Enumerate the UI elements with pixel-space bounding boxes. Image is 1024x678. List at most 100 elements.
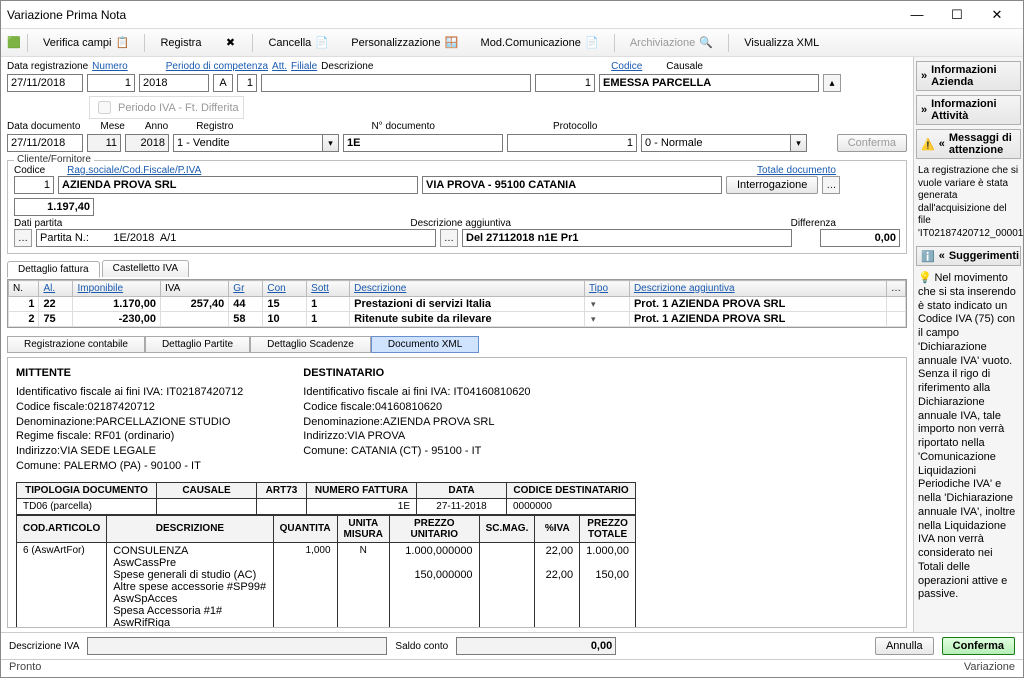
registra-button[interactable]: Registra: [151, 34, 210, 52]
anno-label: Anno: [145, 121, 168, 132]
data-reg-input[interactable]: [7, 74, 83, 92]
codice-causale-input[interactable]: [535, 74, 595, 92]
ndoc-input[interactable]: [343, 134, 503, 152]
col-imponibile[interactable]: Imponibile: [73, 281, 160, 297]
minimize-button[interactable]: —: [897, 3, 937, 27]
rag-sociale-link[interactable]: Rag.sociale/Cod.Fiscale/P.IVA: [67, 165, 201, 176]
app-window: Variazione Prima Nota — ☐ ✕ 🟩 Verifica c…: [0, 0, 1024, 678]
desc-agg-input[interactable]: [462, 229, 792, 247]
side-info-azienda[interactable]: »Informazioni Azienda: [916, 61, 1021, 91]
subtab-documento-xml[interactable]: Documento XML: [371, 336, 479, 353]
col-con[interactable]: Con: [263, 281, 307, 297]
hdr-causale: CAUSALE: [157, 482, 257, 498]
causale-input[interactable]: [599, 74, 819, 92]
side-messaggi-header[interactable]: ⚠️«Messaggi di attenzione: [916, 129, 1021, 159]
mittente-idfisc: Identificativo fiscale ai fini IVA: IT02…: [16, 385, 243, 400]
partita-input[interactable]: [36, 229, 436, 247]
causale-label: Causale: [666, 61, 703, 72]
totale-doc-link[interactable]: Totale documento: [757, 165, 836, 176]
col-desc-agg[interactable]: Descrizione aggiuntiva: [629, 281, 886, 297]
dati-partita-label: Dati partita: [14, 218, 62, 229]
periodo-link[interactable]: Periodo di competenza: [166, 61, 268, 72]
registra-cancel-button[interactable]: ✖: [214, 33, 246, 53]
tab-castelletto-iva[interactable]: Castelletto IVA: [102, 260, 189, 277]
side-info-attivita[interactable]: »Informazioni Attività: [916, 95, 1021, 125]
personalizzazione-button[interactable]: Personalizzazione🪟: [342, 33, 467, 53]
chevron-down-icon[interactable]: ▾: [323, 134, 339, 152]
numero-link[interactable]: Numero: [92, 61, 128, 72]
mod-comunicazione-button[interactable]: Mod.Comunicazione📄: [472, 33, 608, 53]
anno-input: [125, 134, 169, 152]
hdr-coddest: CODICE DESTINATARIO: [507, 482, 636, 498]
maximize-button[interactable]: ☐: [937, 3, 977, 27]
riga-piva: 22,00 22,00: [535, 542, 580, 628]
dest-idfisc: Identificativo fiscale ai fini IVA: IT04…: [303, 385, 530, 400]
col-descrizione[interactable]: Descrizione: [350, 281, 585, 297]
protocollo-input[interactable]: [507, 134, 637, 152]
col-gr[interactable]: Gr: [229, 281, 263, 297]
registro-combo-text[interactable]: [173, 134, 323, 152]
documento-xml-panel[interactable]: MITTENTE Identificativo fiscale ai fini …: [7, 357, 907, 628]
mittente-title: MITTENTE: [16, 366, 243, 381]
att-input[interactable]: [213, 74, 233, 92]
cliente-nome-input[interactable]: [58, 176, 418, 194]
col-n[interactable]: N.: [9, 281, 39, 297]
totale-doc-input[interactable]: [14, 198, 94, 216]
doc-meta-table: TIPOLOGIA DOCUMENTO CAUSALE ART73 NUMERO…: [16, 482, 636, 515]
doc-icon: 📄: [585, 36, 599, 50]
causale-expand-button[interactable]: ▴: [823, 74, 841, 92]
form-icon: 📋: [115, 36, 129, 50]
filiale-input[interactable]: [237, 74, 257, 92]
col-tipo[interactable]: Tipo: [584, 281, 629, 297]
col-al[interactable]: Al.: [39, 281, 73, 297]
hdr-qta: QUANTITA: [273, 515, 337, 542]
delete-icon: 📄: [315, 36, 329, 50]
filiale-link[interactable]: Filiale: [291, 61, 317, 72]
conferma-button[interactable]: Conferma: [942, 637, 1015, 655]
subtab-dettaglio-scadenze[interactable]: Dettaglio Scadenze: [250, 336, 371, 353]
cliente-indirizzo-input[interactable]: [422, 176, 722, 194]
att-link[interactable]: Att.: [272, 61, 287, 72]
col-iva[interactable]: IVA: [160, 281, 228, 297]
annulla-button[interactable]: Annulla: [875, 637, 934, 655]
data-doc-label: Data documento: [7, 121, 80, 132]
tab-dettaglio-fattura[interactable]: Dettaglio fattura: [7, 261, 100, 278]
differenza-input[interactable]: [820, 229, 900, 247]
tipo-combo[interactable]: ▾: [641, 134, 807, 152]
table-row[interactable]: 275-230,0058101Ritenute subite da rileva…: [9, 312, 906, 327]
hdr-pu: PREZZO UNITARIO: [390, 515, 480, 542]
help-icon: 💡: [918, 272, 932, 284]
numero-input[interactable]: [87, 74, 135, 92]
chevron-down-icon[interactable]: ▾: [791, 134, 807, 152]
cancella-button[interactable]: Cancella📄: [259, 33, 338, 53]
verifica-campi-button[interactable]: Verifica campi📋: [34, 33, 138, 53]
mittente-block: MITTENTE Identificativo fiscale ai fini …: [16, 364, 243, 474]
val-tipologia: TD06 (parcella): [17, 498, 157, 514]
iva-grid[interactable]: N. Al. Imponibile IVA Gr Con Sott Descri…: [7, 279, 907, 328]
hdr-piva: %IVA: [535, 515, 580, 542]
close-button[interactable]: ✕: [977, 3, 1017, 27]
subtab-reg-contabile[interactable]: Registrazione contabile: [7, 336, 145, 353]
descrizione-input[interactable]: [261, 74, 531, 92]
side-sugg-header[interactable]: ℹ️«Suggerimenti: [916, 246, 1021, 266]
mittente-comune: Comune: PALERMO (PA) - 90100 - IT: [16, 459, 243, 474]
riga-um: N: [337, 542, 389, 628]
desc-agg-lookup-button[interactable]: …: [440, 229, 458, 247]
saldo-input: [456, 637, 616, 655]
col-sott[interactable]: Sott: [307, 281, 350, 297]
registro-combo[interactable]: ▾: [173, 134, 339, 152]
periodo-input[interactable]: [139, 74, 209, 92]
totale-lookup-button[interactable]: …: [822, 176, 840, 194]
partita-lookup-button[interactable]: …: [14, 229, 32, 247]
tipo-combo-text[interactable]: [641, 134, 791, 152]
col-menu[interactable]: …: [887, 281, 906, 297]
table-row[interactable]: 1221.170,00257,4044151Prestazioni di ser…: [9, 297, 906, 312]
val-art73: [257, 498, 307, 514]
visualizza-xml-button[interactable]: Visualizza XML: [735, 34, 828, 52]
subtab-dettaglio-partite[interactable]: Dettaglio Partite: [145, 336, 250, 353]
interrogazione-button[interactable]: Interrogazione: [726, 176, 818, 194]
codice-link[interactable]: Codice: [611, 61, 642, 72]
val-coddest: 0000000: [507, 498, 636, 514]
cliente-codice-input[interactable]: [14, 176, 54, 194]
data-doc-input[interactable]: [7, 134, 83, 152]
